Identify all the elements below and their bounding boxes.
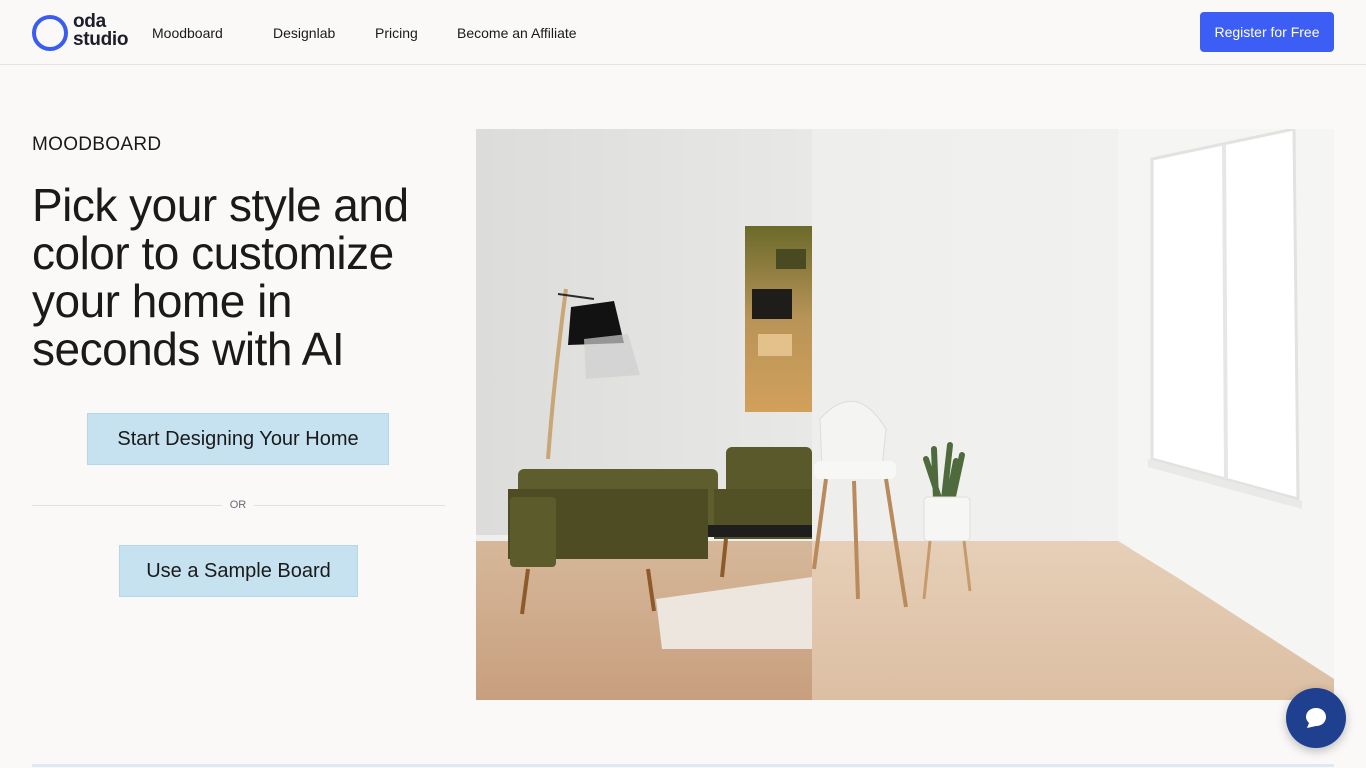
oda-studio-logo[interactable]: oda studio <box>32 11 142 53</box>
logo-wordmark: oda studio <box>73 11 129 50</box>
divider-line-left <box>32 505 222 506</box>
sample-board-button[interactable]: Use a Sample Board <box>119 545 358 597</box>
nav-moodboard[interactable]: Moodboard <box>152 24 223 42</box>
logo-ring-icon <box>32 15 68 51</box>
site-header: oda studio Moodboard Designlab Pricing B… <box>0 0 1366 65</box>
section-eyebrow: MOODBOARD <box>32 134 162 155</box>
section-bottom-rule <box>32 764 1334 767</box>
nav-become-affiliate[interactable]: Become an Affiliate <box>457 24 577 42</box>
start-designing-button[interactable]: Start Designing Your Home <box>87 413 389 465</box>
chat-bubble-icon <box>1306 708 1326 728</box>
divider-line-right <box>254 505 445 506</box>
chat-widget-button[interactable] <box>1286 688 1346 748</box>
hero-room-image <box>476 129 1334 700</box>
divider-or: OR <box>229 499 247 511</box>
hero-title: Pick your style and color to customize y… <box>32 179 409 375</box>
nav-pricing[interactable]: Pricing <box>375 24 418 42</box>
nav-designlab[interactable]: Designlab <box>273 24 335 42</box>
register-button[interactable]: Register for Free <box>1200 12 1334 52</box>
window <box>1148 129 1302 509</box>
abstract-painting <box>745 226 812 412</box>
